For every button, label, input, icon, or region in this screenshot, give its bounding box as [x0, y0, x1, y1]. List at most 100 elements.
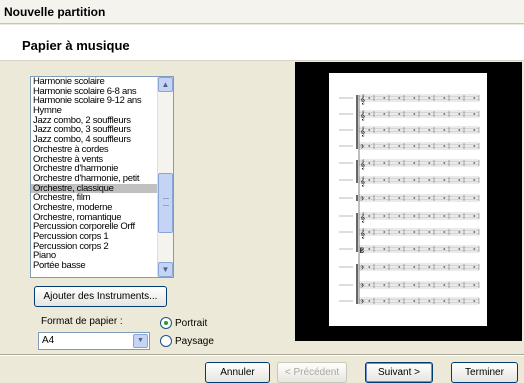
list-item[interactable]: Harmonie scolaire 9-12 ans	[31, 96, 158, 106]
clef-icon: 𝄞	[360, 176, 365, 187]
scroll-thumb[interactable]	[158, 173, 173, 233]
whole-rest	[473, 97, 476, 99]
list-item[interactable]: Orchestre à vents	[31, 155, 158, 165]
landscape-radio[interactable]	[160, 335, 172, 347]
list-item[interactable]: Percussion corporelle Orff	[31, 222, 158, 232]
chevron-down-icon[interactable]: ▼	[133, 334, 148, 348]
instrument-name	[339, 215, 353, 217]
whole-rest	[368, 113, 371, 115]
list-item[interactable]: Orchestre d'harmonie, petit	[31, 174, 158, 184]
list-item[interactable]: Jazz combo, 4 souffleurs	[31, 135, 158, 145]
whole-rest	[413, 248, 416, 250]
clef-icon: 𝄞	[360, 110, 365, 121]
whole-rest	[413, 179, 416, 181]
list-item[interactable]: Percussion corps 2	[31, 242, 158, 252]
whole-rest	[443, 266, 446, 268]
whole-rest	[473, 231, 476, 233]
landscape-label[interactable]: Paysage	[175, 336, 214, 347]
whole-rest	[428, 266, 431, 268]
list-item[interactable]: Orchestre, classique	[31, 183, 158, 194]
whole-rest	[413, 215, 416, 217]
radio-selected-dot	[164, 321, 168, 325]
instrument-name	[339, 284, 353, 286]
paper-format-select[interactable]: A4 ▼	[38, 332, 150, 350]
add-instruments-button[interactable]: Ajouter des Instruments...	[34, 286, 167, 307]
whole-rest	[428, 162, 431, 164]
whole-rest	[368, 162, 371, 164]
whole-rest	[443, 231, 446, 233]
whole-rest	[383, 113, 386, 115]
list-item[interactable]: Harmonie scolaire 6-8 ans	[31, 87, 158, 97]
whole-rest	[413, 97, 416, 99]
title-bar: Nouvelle partition	[0, 0, 524, 24]
list-item[interactable]: Orchestre d'harmonie	[31, 164, 158, 174]
whole-rest	[458, 300, 461, 302]
clef-icon: 𝄢	[360, 283, 365, 291]
whole-rest	[383, 231, 386, 233]
whole-rest	[398, 145, 401, 147]
list-item[interactable]: Jazz combo, 2 souffleurs	[31, 116, 158, 126]
whole-rest	[428, 197, 431, 199]
whole-rest	[458, 179, 461, 181]
whole-rest	[398, 129, 401, 131]
whole-rest	[368, 248, 371, 250]
whole-rest	[368, 145, 371, 147]
list-item[interactable]: Piano	[31, 251, 158, 261]
whole-rest	[383, 284, 386, 286]
clef-icon: 𝄢	[360, 299, 365, 307]
next-button[interactable]: Suivant >	[365, 362, 433, 383]
score-preview-drawing: 𝄞 𝄞 𝄞 𝄢 𝄞 𝄞 𝄢 𝄞 𝄞 𝄡 𝄢 𝄢 𝄢	[339, 94, 480, 307]
cancel-button[interactable]: Annuler	[205, 362, 270, 383]
previous-button[interactable]: < Précédent	[277, 362, 347, 383]
ensemble-listbox[interactable]: Harmonie scolaire Harmonie scolaire 6-8 a…	[30, 76, 174, 278]
portrait-radio[interactable]	[160, 317, 172, 329]
whole-rest	[398, 248, 401, 250]
whole-rest	[398, 97, 401, 99]
whole-rest	[398, 179, 401, 181]
list-item[interactable]: Orchestre, film	[31, 193, 158, 203]
score-preview: 𝄞 𝄞 𝄞 𝄢 𝄞 𝄞 𝄢 𝄞 𝄞 𝄡 𝄢 𝄢 𝄢	[295, 62, 522, 341]
list-item[interactable]: Percussion corps 1	[31, 232, 158, 242]
instrument-name	[339, 248, 353, 250]
whole-rest	[443, 113, 446, 115]
clef-icon: 𝄞	[360, 228, 365, 239]
instrument-name	[339, 162, 353, 164]
preview-page: 𝄞 𝄞 𝄞 𝄢 𝄞 𝄞 𝄢 𝄞 𝄞 𝄡 𝄢 𝄢 𝄢	[329, 73, 487, 326]
listbox-scrollbar[interactable]: ▲ ▼	[157, 77, 173, 277]
whole-rest	[368, 300, 371, 302]
clef-icon: 𝄢	[360, 196, 365, 204]
whole-rest	[458, 129, 461, 131]
whole-rest	[458, 97, 461, 99]
list-item[interactable]: Orchestre, romantique	[31, 213, 158, 223]
whole-rest	[428, 129, 431, 131]
scroll-down-icon[interactable]: ▼	[158, 262, 173, 277]
list-item[interactable]: Jazz combo, 3 souffleurs	[31, 125, 158, 135]
whole-rest	[428, 179, 431, 181]
whole-rest	[383, 248, 386, 250]
clef-icon: 𝄞	[360, 94, 365, 105]
finish-button[interactable]: Terminer	[451, 362, 518, 383]
whole-rest	[368, 197, 371, 199]
whole-rest	[413, 162, 416, 164]
clef-icon: 𝄢	[360, 144, 365, 152]
whole-rest	[473, 266, 476, 268]
clef-icon: 𝄢	[360, 265, 365, 273]
scroll-up-icon[interactable]: ▲	[158, 77, 173, 92]
whole-rest	[458, 197, 461, 199]
list-item[interactable]: Harmonie scolaire	[31, 77, 158, 87]
whole-rest	[473, 248, 476, 250]
instrument-name	[339, 266, 353, 268]
paper-format-label: Format de papier :	[41, 316, 123, 327]
whole-rest	[428, 113, 431, 115]
whole-rest	[428, 145, 431, 147]
whole-rest	[413, 145, 416, 147]
whole-rest	[413, 266, 416, 268]
list-item[interactable]: Hymne	[31, 106, 158, 116]
list-item[interactable]: Portée basse	[31, 261, 158, 271]
whole-rest	[428, 97, 431, 99]
portrait-label[interactable]: Portrait	[175, 318, 207, 329]
instrument-name	[339, 179, 353, 181]
whole-rest	[413, 129, 416, 131]
list-item[interactable]: Orchestre à cordes	[31, 145, 158, 155]
list-item[interactable]: Orchestre, moderne	[31, 203, 158, 213]
